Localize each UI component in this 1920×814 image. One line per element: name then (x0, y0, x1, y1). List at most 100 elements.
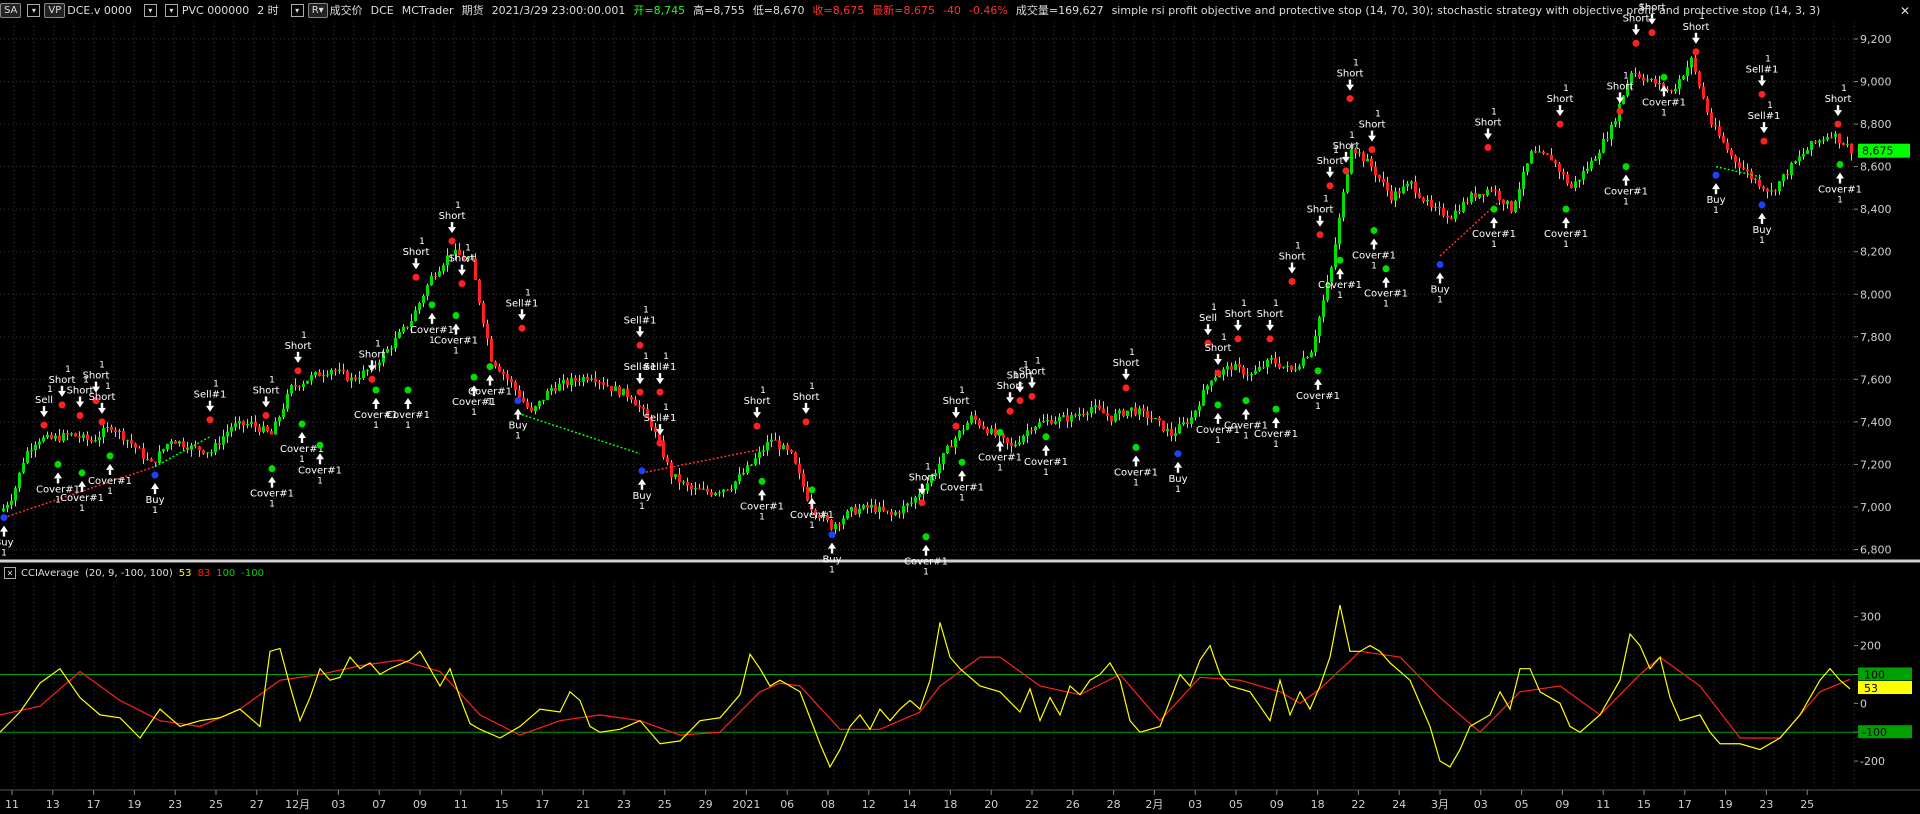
indicator-close-icon[interactable]: ✕ (4, 567, 16, 579)
signal-marker: Cover#11 (1544, 205, 1588, 250)
candle-body (1850, 143, 1853, 154)
signal-label: Cover#1 (386, 410, 430, 421)
candle-body (182, 441, 185, 448)
candle-body (1786, 174, 1789, 176)
candle-body (618, 386, 621, 396)
up-arrow-icon (828, 542, 836, 549)
signal-dot (1316, 231, 1324, 239)
candle-body (1186, 422, 1189, 425)
symbol-button[interactable]: SA (0, 2, 22, 18)
signal-dot (1632, 39, 1640, 47)
signal-dot (1272, 405, 1280, 413)
candle-body (1758, 179, 1761, 187)
candle-body (1042, 421, 1045, 423)
signal-dot (106, 452, 114, 460)
signal-qty: 1 (99, 361, 105, 371)
candle-body (134, 443, 137, 448)
candle-body (302, 383, 305, 388)
signal-qty: 1 (1215, 436, 1221, 446)
signal-marker: Short1 (1475, 107, 1501, 151)
date-tick-label: 2021 (732, 798, 760, 811)
arrow-stem (318, 459, 322, 465)
signal-dot (1758, 90, 1766, 98)
arrow-stem (370, 360, 374, 366)
signal-label: Cover#1 (88, 476, 132, 487)
volume-profile-button[interactable]: VP (44, 2, 66, 18)
arrow-stem (920, 483, 924, 489)
candle-body (1526, 163, 1529, 172)
signal-qty: 1 (453, 347, 459, 357)
candle-body (1538, 151, 1541, 153)
signal-qty: 1 (1133, 478, 1139, 488)
candle-body (1378, 175, 1381, 179)
arrow-stem (208, 400, 212, 406)
signal-label: Short (943, 396, 970, 407)
candle-body (1382, 178, 1385, 183)
down-arrow-icon (1632, 29, 1640, 36)
signal-qty: 1 (1295, 241, 1301, 251)
date-tick-label: 18 (1311, 798, 1325, 811)
signal-label: Cover#1 (298, 465, 342, 476)
signal-dot (1370, 226, 1378, 234)
price-tick-label: 7,800 (1860, 331, 1892, 344)
arrow-stem (1236, 319, 1240, 325)
close-icon[interactable]: ✕ (1900, 4, 1910, 18)
signal-dot (636, 341, 644, 349)
signal-qty: 1 (1841, 84, 1847, 94)
signal-qty: 1 (375, 339, 381, 349)
replay-button[interactable]: R▾ (307, 2, 328, 18)
candle-body (582, 376, 585, 382)
candle-body (90, 439, 93, 442)
candle-body (590, 378, 593, 380)
candle-body (1442, 208, 1445, 216)
candle-body (1550, 154, 1553, 161)
candle-body (1738, 162, 1741, 168)
down-arrow-icon (458, 269, 466, 276)
candle-body (1698, 71, 1701, 87)
arrow-stem (1762, 122, 1766, 128)
cci-tick-label: 200 (1860, 640, 1881, 653)
candle-body (1658, 83, 1661, 85)
candle-body (218, 443, 221, 445)
signal-qty: 1 (105, 382, 111, 392)
arrow-stem (264, 396, 268, 402)
arrow-stem (1290, 262, 1294, 268)
symbol-dropdown-icon[interactable]: ▾ (143, 3, 157, 17)
signal-marker: Sell#11 (624, 305, 656, 349)
arrow-stem (1018, 381, 1022, 387)
candle-body (794, 452, 797, 464)
signal-marker: Short1 (253, 375, 279, 419)
arrow-stem (1318, 215, 1322, 221)
signal-dot (802, 418, 810, 426)
candle-body (1690, 57, 1693, 68)
candle-body (70, 433, 73, 435)
candle-body (1482, 193, 1485, 196)
candle-body (878, 506, 881, 513)
chart-canvas[interactable]: 9,200 9,000 8,800 8,600 8,400 8,200 8,000 7,800… (0, 0, 1920, 814)
compare-dropdown-icon[interactable]: ▾ (164, 3, 178, 17)
arrow-stem (1344, 151, 1348, 157)
price-tick-label: 8,200 (1860, 246, 1892, 259)
candle-body (1798, 156, 1801, 162)
candle-body (1162, 420, 1165, 432)
candle-body (1422, 197, 1425, 202)
signal-dot (458, 280, 466, 288)
candle-body (830, 520, 833, 530)
candle-body (1270, 357, 1273, 360)
arrow-stem (94, 381, 98, 387)
candle-body (754, 458, 757, 465)
down-arrow-icon (1692, 37, 1700, 44)
signal-label: Cover#1 (1254, 429, 1298, 440)
signal-dot (1660, 73, 1668, 81)
signal-marker: Cover#11 (978, 429, 1022, 474)
candle-body (630, 396, 633, 400)
signal-qty: 1 (923, 568, 929, 578)
date-tick-label: 14 (903, 798, 917, 811)
signal-qty: 1 (213, 380, 219, 390)
signal-marker: Buy1 (632, 467, 652, 512)
dropdown-icon[interactable]: ▾ (27, 3, 41, 17)
down-arrow-icon (636, 331, 644, 338)
candle-body (594, 378, 597, 382)
interval-dropdown-icon[interactable]: ▾ (290, 3, 304, 17)
signal-dot (753, 422, 761, 430)
